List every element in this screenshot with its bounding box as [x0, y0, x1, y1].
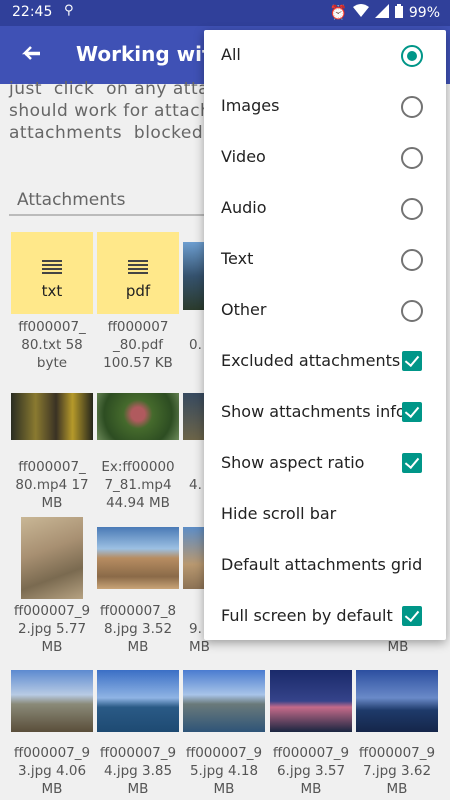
tile-caption: ff000007_ 80.mp4 17 MB [15, 459, 89, 511]
menu-item-text[interactable]: Text [204, 234, 446, 285]
tile-extension: txt [41, 282, 63, 300]
radio-button[interactable] [401, 147, 423, 169]
usb-icon: ⚲ [64, 3, 74, 18]
attachment-thumbnail[interactable] [11, 670, 93, 732]
tile-caption: ff000007_ 80.txt 58 byte [18, 319, 86, 371]
tile-caption: ff000007_9 2.jpg 5.77 MB [13, 603, 91, 655]
menu-item-video[interactable]: Video [204, 132, 446, 183]
status-icons: ⏰ 99% [329, 4, 440, 22]
attachment-thumbnail[interactable] [183, 670, 265, 732]
checkbox-checked[interactable] [402, 402, 422, 422]
menu-item-label: Default attachments grid [221, 555, 423, 574]
menu-item-images[interactable]: Images [204, 81, 446, 132]
status-time: 22:45 [12, 4, 53, 20]
checkbox-checked[interactable] [402, 351, 422, 371]
back-arrow-icon[interactable] [18, 41, 44, 67]
tile-caption: ff000007 _80.pdf 100.57 KB [103, 319, 173, 371]
radio-button[interactable] [401, 300, 423, 322]
menu-item-show-aspect-ratio[interactable]: Show aspect ratio [204, 438, 446, 489]
tile-caption: ff000007_9 5.jpg 4.18 MB [185, 745, 263, 797]
menu-item-label: All [221, 45, 241, 64]
attachment-tile-pdf[interactable]: pdf [97, 232, 179, 314]
menu-item-hide-scroll-bar[interactable]: Hide scroll bar [204, 489, 446, 540]
attachment-thumbnail[interactable] [183, 393, 205, 440]
attachment-thumbnail[interactable] [21, 517, 83, 599]
menu-item-label: Text [221, 249, 254, 268]
attachment-tile-txt[interactable]: txt [11, 232, 93, 314]
menu-item-excluded-attachments[interactable]: Excluded attachments [204, 336, 446, 387]
attachment-thumbnail[interactable] [97, 527, 179, 589]
tile-caption: ff000007_9 7.jpg 3.62 MB [358, 745, 436, 797]
document-icon [128, 260, 148, 274]
menu-item-label: Video [221, 147, 266, 166]
menu-item-label: Show attachments info [221, 402, 406, 421]
tile-caption: 4. [189, 477, 202, 493]
menu-item-label: Images [221, 96, 280, 115]
menu-item-audio[interactable]: Audio [204, 183, 446, 234]
attachment-thumbnail[interactable] [270, 670, 352, 732]
tile-caption: ff000007_9 4.jpg 3.85 MB [99, 745, 177, 797]
checkbox-checked[interactable] [402, 453, 422, 473]
attachment-thumbnail[interactable] [97, 670, 179, 732]
attachment-thumbnail-video[interactable] [97, 393, 179, 440]
menu-item-all[interactable]: All [204, 30, 446, 81]
menu-item-default-attachments-grid[interactable]: Default attachments grid [204, 540, 446, 591]
battery-icon [394, 4, 403, 22]
tile-extension: pdf [125, 282, 151, 300]
status-bar: 22:45 ⚲ ⏰ 99% [0, 0, 450, 26]
menu-item-label: Excluded attachments [221, 351, 401, 370]
alarm-icon: ⏰ [329, 5, 347, 21]
radio-button[interactable] [401, 198, 423, 220]
tile-caption: ff000007_9 3.jpg 4.06 MB [13, 745, 91, 797]
menu-item-label: Full screen by default [221, 606, 393, 625]
tile-caption: 9. MB [189, 621, 210, 655]
tile-caption: Ex:ff00000 7_81.mp4 44.94 MB [101, 459, 175, 511]
checkbox-checked[interactable] [402, 606, 422, 626]
menu-item-label: Other [221, 300, 267, 319]
menu-item-label: Audio [221, 198, 267, 217]
section-title: Attachments [17, 190, 126, 210]
tile-caption: ff000007_9 6.jpg 3.57 MB [272, 745, 350, 797]
attachment-thumbnail[interactable] [356, 670, 438, 732]
wifi-icon [352, 4, 369, 22]
battery-level: 99% [408, 5, 440, 21]
tile-caption: 0. [189, 337, 202, 353]
menu-item-other[interactable]: Other [204, 285, 446, 336]
signal-icon [374, 4, 389, 22]
radio-button[interactable] [401, 96, 423, 118]
document-icon [42, 260, 62, 274]
tile-caption: ff000007_8 8.jpg 3.52 MB [99, 603, 177, 655]
radio-button[interactable] [401, 249, 423, 271]
section-divider [9, 214, 209, 216]
attachment-thumbnail[interactable] [183, 242, 205, 310]
radio-button-selected[interactable] [401, 45, 423, 67]
attachment-thumbnail-video[interactable] [11, 393, 93, 440]
menu-item-label: Hide scroll bar [221, 504, 337, 523]
menu-item-show-attachments-info[interactable]: Show attachments info [204, 387, 446, 438]
menu-item-label: Show aspect ratio [221, 453, 365, 472]
attachment-thumbnail[interactable] [183, 527, 205, 589]
overflow-menu: All Images Video Audio Text Other Exclud… [204, 30, 446, 640]
menu-item-full-screen-by-default[interactable]: Full screen by default [204, 591, 446, 642]
